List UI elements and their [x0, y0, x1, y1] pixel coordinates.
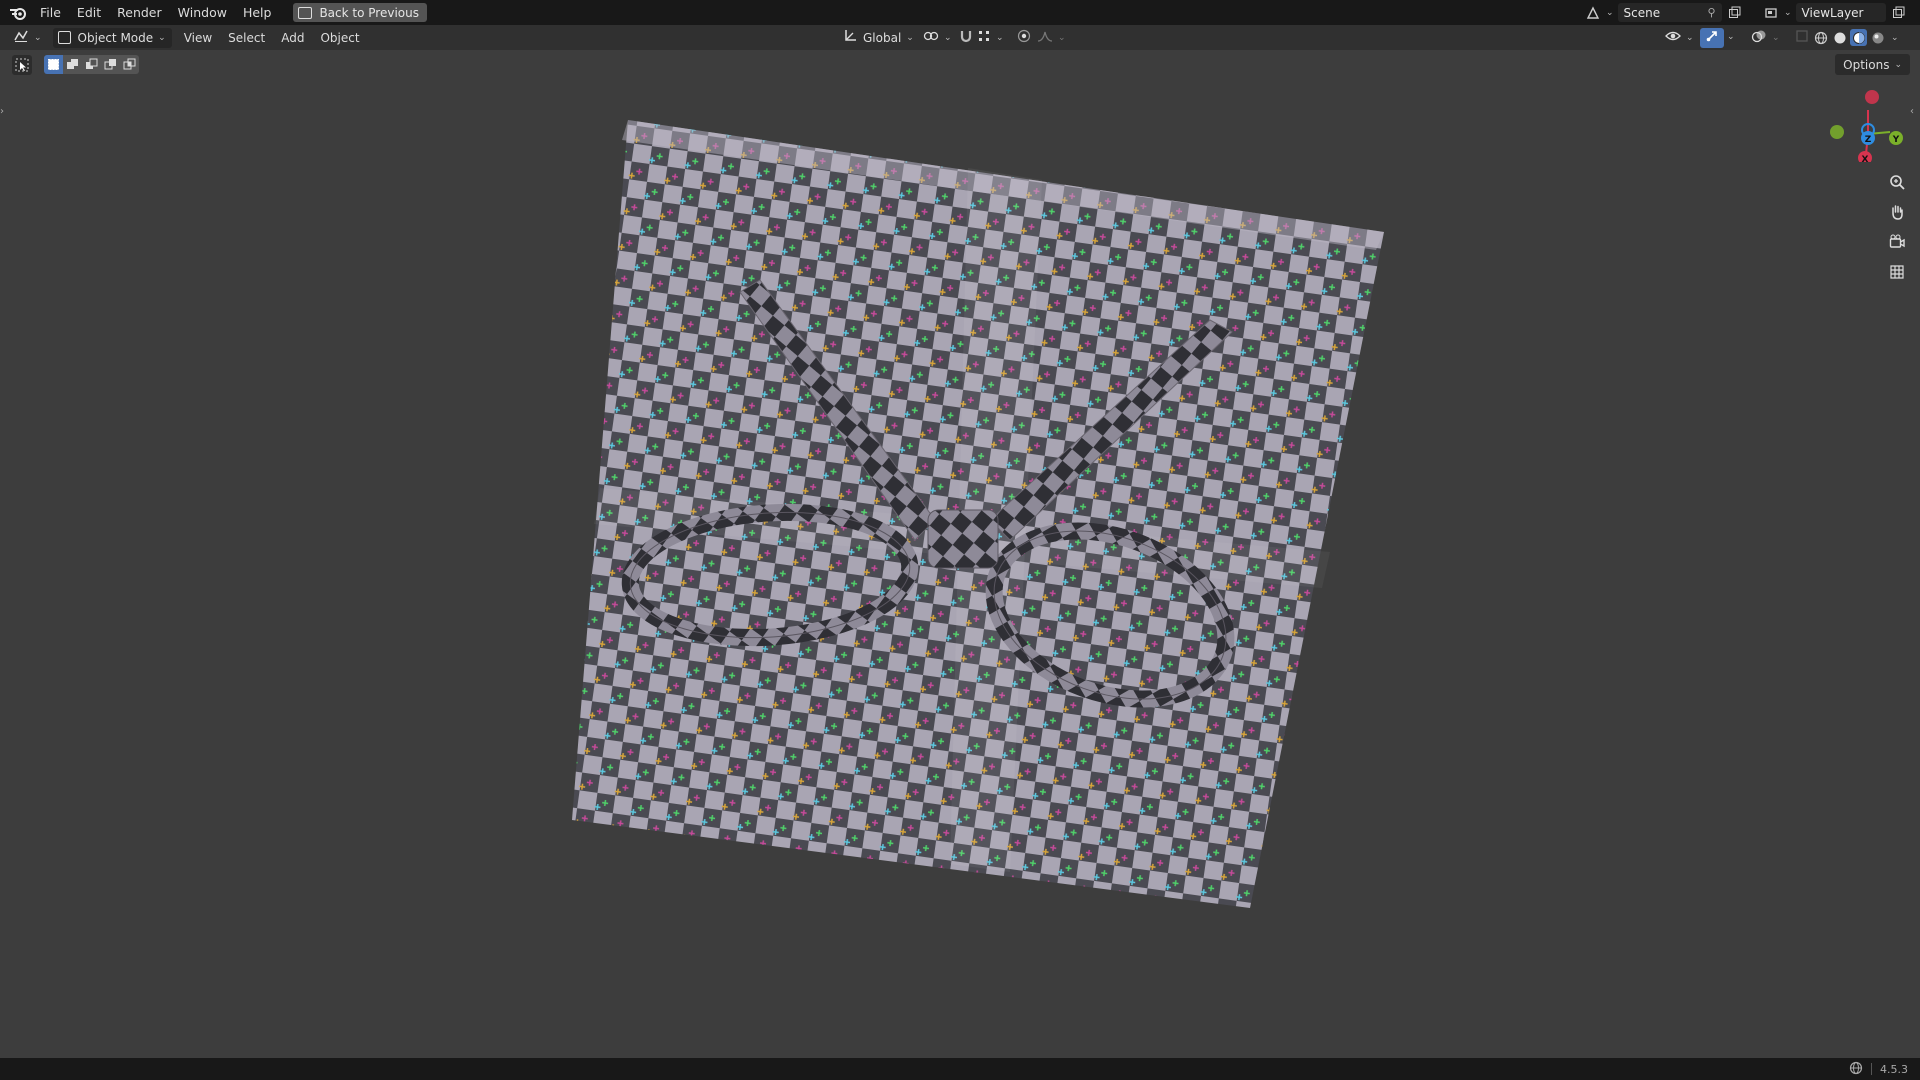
overlay-toggle[interactable]: ⌄ [1746, 28, 1785, 48]
falloff-dropdown[interactable]: ⌄ [1032, 28, 1071, 48]
back-to-previous-button[interactable]: Back to Previous [293, 3, 427, 22]
object-mode-icon [57, 31, 71, 44]
gizmo-neg-x[interactable] [1865, 90, 1879, 104]
menu-object[interactable]: Object [312, 31, 367, 45]
grid-icon[interactable] [1883, 258, 1911, 286]
chevron-down-icon: ⌄ [34, 32, 42, 43]
viewlayer-selector: ⌄ ViewLayer [1762, 3, 1907, 22]
menu-window[interactable]: Window [170, 0, 235, 25]
scene-selector: ⌄ Scene ⚲ [1584, 3, 1743, 22]
select-subtract-icon[interactable] [82, 55, 101, 74]
transform-orientation-label: Global [863, 30, 902, 45]
gizmo-y-label: Y [1892, 135, 1900, 145]
material-shading-icon[interactable] [1850, 29, 1867, 46]
3d-viewport[interactable]: Z Y X › ‹ [0, 50, 1920, 1058]
scene-field[interactable]: Scene ⚲ [1617, 3, 1722, 22]
xray-toggle[interactable] [1790, 28, 1814, 48]
transform-orientation-dropdown[interactable]: Global ⌄ [838, 28, 919, 48]
visibility-dropdown[interactable]: ⌄ [1660, 28, 1699, 48]
menu-help[interactable]: Help [235, 0, 280, 25]
toolbar-expand-icon[interactable]: › [0, 106, 10, 120]
back-to-previous-label: Back to Previous [319, 5, 419, 20]
gizmo-x-label: X [1862, 155, 1869, 162]
options-label: Options [1843, 57, 1890, 72]
overlay-icon [1751, 29, 1767, 46]
object-mode-label: Object Mode [77, 30, 154, 45]
options-dropdown[interactable]: Options ⌄ [1835, 54, 1910, 75]
visibility-icon [1665, 29, 1681, 46]
gizmo-toggle[interactable] [1700, 27, 1724, 48]
menu-select[interactable]: Select [220, 31, 273, 45]
select-invert-icon[interactable] [101, 55, 120, 74]
version-label: 4.5.3 [1880, 1062, 1908, 1076]
blender-logo-icon[interactable] [4, 0, 32, 25]
snap-target-dropdown[interactable]: ⌄ [972, 28, 1009, 48]
chevron-down-icon: ⌄ [1058, 32, 1066, 43]
proportional-icon [1017, 29, 1031, 46]
camera-icon[interactable] [1883, 228, 1911, 256]
rendered-shading-icon[interactable] [1869, 29, 1886, 46]
new-scene-icon[interactable] [1726, 4, 1743, 21]
gizmo-neg-y[interactable] [1830, 125, 1844, 139]
scene-name: Scene [1623, 5, 1661, 20]
chevron-down-icon: ⌄ [944, 32, 952, 43]
chevron-down-icon: ⌄ [158, 32, 166, 43]
falloff-curve-icon [1037, 29, 1053, 46]
select-intersect-icon[interactable] [120, 55, 139, 74]
zoom-icon[interactable] [1883, 168, 1911, 196]
chevron-down-icon: ⌄ [1772, 32, 1780, 43]
wireframe-shading-icon[interactable] [1812, 29, 1829, 46]
chevron-down-icon: ⌄ [1686, 32, 1694, 43]
globe-icon[interactable] [1849, 1061, 1863, 1078]
snap-grid-icon [977, 29, 991, 46]
solid-shading-icon[interactable] [1831, 29, 1848, 46]
viewport-header: ⌄ Object Mode ⌄ View Select Add Object G… [0, 25, 1920, 50]
viewport-canvas [572, 120, 1384, 908]
gizmo-z-label: Z [1865, 135, 1872, 145]
tool-settings-row [12, 54, 139, 75]
status-bar: 4.5.3 [0, 1058, 1920, 1080]
back-icon [298, 6, 313, 19]
pivot-icon [923, 29, 939, 46]
viewlayer-field[interactable]: ViewLayer [1795, 3, 1886, 22]
gizmo-icon [1705, 29, 1719, 46]
chevron-down-icon: ⌄ [1894, 59, 1902, 70]
orientation-icon [843, 29, 857, 46]
select-new-icon[interactable] [44, 55, 63, 74]
snap-icon [959, 29, 973, 46]
editor-type-icon [13, 29, 29, 46]
chevron-down-icon: ⌄ [1784, 7, 1792, 18]
select-tool-icon[interactable] [12, 54, 32, 75]
chevron-down-icon: ⌄ [996, 32, 1004, 43]
pivot-point-dropdown[interactable]: ⌄ [918, 28, 957, 48]
sidebar-expand-icon[interactable]: ‹ [1910, 106, 1920, 120]
menu-edit[interactable]: Edit [69, 0, 109, 25]
xray-icon [1795, 29, 1809, 46]
top-bar: File Edit Render Window Help Back to Pre… [0, 0, 1920, 25]
chevron-down-icon: ⌄ [1606, 7, 1614, 18]
status-divider [1871, 1063, 1872, 1075]
menu-render[interactable]: Render [109, 0, 170, 25]
gizmo-chevron-down-icon[interactable]: ⌄ [1727, 32, 1735, 42]
new-viewlayer-icon[interactable] [1890, 4, 1907, 21]
chevron-down-icon: ⌄ [906, 32, 914, 43]
viewlayer-name: ViewLayer [1801, 5, 1864, 20]
select-extend-icon[interactable] [63, 55, 82, 74]
selection-mode-group [44, 55, 139, 74]
pin-icon[interactable]: ⚲ [1707, 6, 1715, 19]
menu-file[interactable]: File [32, 0, 69, 25]
editor-type-button[interactable]: ⌄ [8, 28, 47, 48]
scene-icon[interactable] [1584, 4, 1601, 21]
shading-chevron-down-icon[interactable]: ⌄ [1891, 33, 1899, 43]
shading-mode-group: ⌄ [1812, 28, 1899, 47]
object-mode-dropdown[interactable]: Object Mode ⌄ [52, 27, 172, 48]
menu-add[interactable]: Add [273, 31, 312, 45]
pan-hand-icon[interactable] [1883, 198, 1911, 226]
viewlayer-icon[interactable] [1762, 4, 1779, 21]
navigation-gizmo[interactable]: Z Y X [1828, 82, 1908, 162]
menu-view[interactable]: View [176, 31, 220, 45]
